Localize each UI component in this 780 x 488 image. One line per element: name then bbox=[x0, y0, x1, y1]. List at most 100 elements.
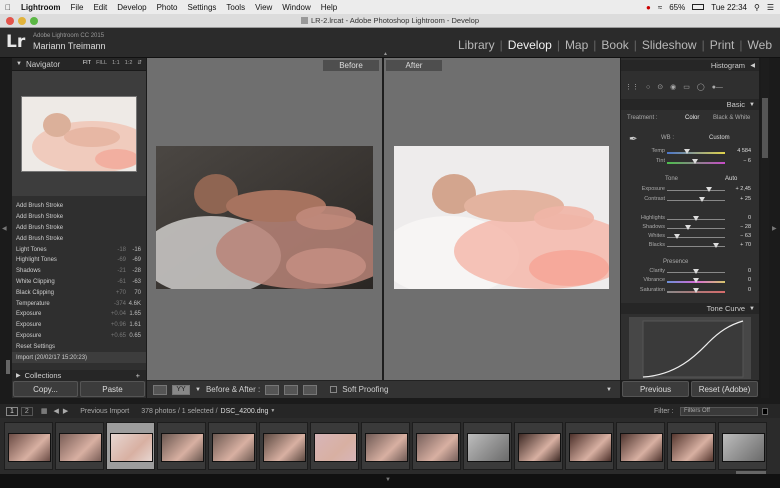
module-map[interactable]: Map bbox=[565, 38, 588, 52]
copy-before-to-after-icon[interactable] bbox=[265, 384, 280, 395]
filmstrip-thumbnail[interactable] bbox=[310, 422, 359, 470]
slider-knob[interactable] bbox=[684, 149, 691, 154]
filmstrip-toggle-icon[interactable]: ▼ bbox=[385, 477, 391, 483]
filmstrip-thumbnail[interactable] bbox=[157, 422, 206, 470]
center-top-arrow-icon[interactable]: ▲ bbox=[383, 51, 388, 57]
module-web[interactable]: Web bbox=[748, 38, 772, 52]
history-item[interactable]: Add Brush Stroke bbox=[12, 201, 146, 212]
slider-track[interactable] bbox=[667, 200, 725, 201]
copy-button[interactable]: Copy... bbox=[13, 381, 78, 397]
red-eye-icon[interactable]: ◉ bbox=[670, 83, 676, 91]
slider-track[interactable] bbox=[667, 190, 725, 191]
swap-before-after-icon[interactable] bbox=[303, 384, 318, 395]
tint-slider[interactable]: Tint − 6 bbox=[621, 158, 759, 167]
menu-app[interactable]: Lightroom bbox=[16, 3, 66, 12]
slider-knob[interactable] bbox=[693, 269, 699, 274]
radial-filter-icon[interactable]: ◯ bbox=[697, 83, 705, 91]
filmstrip-thumbnail[interactable] bbox=[412, 422, 461, 470]
history-item[interactable]: Shadows -21 -28 bbox=[12, 266, 146, 277]
filmstrip-thumbnail[interactable] bbox=[718, 422, 767, 470]
view-menu-icon[interactable]: ▼ bbox=[195, 387, 201, 393]
slider-value[interactable]: 0 bbox=[748, 287, 751, 293]
paste-button[interactable]: Paste bbox=[80, 381, 145, 397]
slider-knob[interactable] bbox=[693, 216, 699, 221]
add-collection-icon[interactable]: + bbox=[136, 371, 140, 380]
history-item[interactable]: Exposure +0.65 0.65 bbox=[12, 331, 146, 342]
history-item[interactable]: Temperature -374 4.6K bbox=[12, 298, 146, 309]
creative-cloud-icon[interactable]: ● bbox=[646, 3, 651, 12]
filmstrip-thumbnail[interactable] bbox=[55, 422, 104, 470]
basic-slider[interactable]: Highlights 0 bbox=[621, 215, 759, 224]
slider-value[interactable]: − 28 bbox=[740, 224, 751, 230]
module-develop[interactable]: Develop bbox=[508, 38, 552, 52]
basic-slider[interactable]: Shadows − 28 bbox=[621, 224, 759, 233]
history-item[interactable]: White Clipping -61 -63 bbox=[12, 277, 146, 288]
basic-slider[interactable]: Contrast + 25 bbox=[621, 196, 759, 205]
history-item[interactable]: Reset Settings bbox=[12, 341, 146, 352]
wifi-icon[interactable]: ≈ bbox=[658, 3, 662, 12]
menu-file[interactable]: File bbox=[66, 3, 89, 12]
basic-slider[interactable]: Blacks + 70 bbox=[621, 242, 759, 251]
grid-view-icon[interactable]: ▦ bbox=[41, 407, 48, 415]
treatment-color[interactable]: Color bbox=[685, 115, 699, 121]
filmstrip-thumbnail[interactable] bbox=[667, 422, 716, 470]
reset-button[interactable]: Reset (Adobe) bbox=[691, 381, 758, 397]
before-after-view-icon[interactable]: YY bbox=[172, 384, 190, 395]
right-panel-toggle-icon[interactable]: ▶ bbox=[772, 225, 777, 232]
wb-value[interactable]: Custom bbox=[709, 135, 730, 141]
filmstrip-thumbnail[interactable] bbox=[463, 422, 512, 470]
slider-knob[interactable] bbox=[693, 288, 699, 293]
filmstrip-thumbnail[interactable] bbox=[565, 422, 614, 470]
grid-icon[interactable]: ⋮⋮ bbox=[625, 83, 639, 91]
history-item[interactable]: Light Tones -18 -16 bbox=[12, 244, 146, 255]
history-item[interactable]: Highlight Tones -69 -69 bbox=[12, 255, 146, 266]
zoom-menu-icon[interactable]: ⇵ bbox=[137, 60, 142, 66]
right-scrollbar[interactable] bbox=[761, 58, 769, 398]
history-item[interactable]: Add Brush Stroke bbox=[12, 223, 146, 234]
history-item[interactable]: Add Brush Stroke bbox=[12, 233, 146, 244]
basic-slider[interactable]: Saturation 0 bbox=[621, 287, 759, 296]
basic-slider[interactable]: Clarity 0 bbox=[621, 268, 759, 277]
module-print[interactable]: Print bbox=[710, 38, 735, 52]
basic-slider[interactable]: Whites − 63 bbox=[621, 233, 759, 242]
zoom-1-2[interactable]: 1:2 bbox=[125, 60, 133, 66]
slider-value[interactable]: − 6 bbox=[743, 158, 751, 164]
menu-help[interactable]: Help bbox=[316, 3, 342, 12]
before-photo[interactable] bbox=[156, 146, 373, 289]
adjustment-brush-icon[interactable]: ●— bbox=[712, 84, 723, 91]
soft-proofing-checkbox[interactable] bbox=[330, 386, 338, 393]
module-book[interactable]: Book bbox=[601, 38, 628, 52]
history-item[interactable]: Exposure +0.04 1.65 bbox=[12, 309, 146, 320]
slider-knob[interactable] bbox=[705, 187, 712, 192]
filename[interactable]: DSC_4200.dng bbox=[221, 408, 269, 415]
history-item[interactable]: Exposure +0.96 1.61 bbox=[12, 320, 146, 331]
tone-curve-graph[interactable] bbox=[629, 317, 751, 379]
menu-photo[interactable]: Photo bbox=[152, 3, 183, 12]
filmstrip-source[interactable]: Previous Import bbox=[80, 408, 129, 415]
toolbar-menu-icon[interactable]: ▼ bbox=[606, 387, 612, 393]
filter-lock-icon[interactable] bbox=[762, 407, 768, 415]
navigator-thumbnail[interactable] bbox=[21, 96, 137, 172]
slider-knob[interactable] bbox=[684, 225, 691, 230]
slider-knob[interactable] bbox=[691, 159, 698, 164]
slider-value[interactable]: + 25 bbox=[740, 196, 751, 202]
forward-arrow-icon[interactable]: ▶ bbox=[63, 407, 68, 415]
filter-select[interactable]: Filters Off bbox=[680, 406, 758, 416]
graduated-filter-icon[interactable]: ▭ bbox=[683, 83, 690, 91]
basic-slider[interactable]: Exposure + 2,45 bbox=[621, 186, 759, 195]
previous-button[interactable]: Previous bbox=[622, 381, 689, 397]
filmstrip-thumbnail[interactable] bbox=[208, 422, 257, 470]
temp-slider[interactable]: Temp 4 584 bbox=[621, 148, 759, 157]
module-library[interactable]: Library bbox=[458, 38, 495, 52]
slider-value[interactable]: 0 bbox=[748, 277, 751, 283]
auto-button[interactable]: Auto bbox=[725, 176, 737, 182]
history-item[interactable]: Add Brush Stroke bbox=[12, 212, 146, 223]
minimize-button[interactable] bbox=[18, 17, 26, 25]
slider-value[interactable]: + 70 bbox=[740, 242, 751, 248]
filmstrip-thumbnail[interactable] bbox=[106, 422, 155, 470]
menu-settings[interactable]: Settings bbox=[183, 3, 222, 12]
after-photo[interactable] bbox=[394, 146, 609, 289]
histogram-header[interactable]: Histogram ◀ bbox=[621, 60, 759, 71]
page-2-button[interactable]: 2 bbox=[20, 406, 33, 416]
left-scrollbar[interactable] bbox=[6, 360, 10, 374]
